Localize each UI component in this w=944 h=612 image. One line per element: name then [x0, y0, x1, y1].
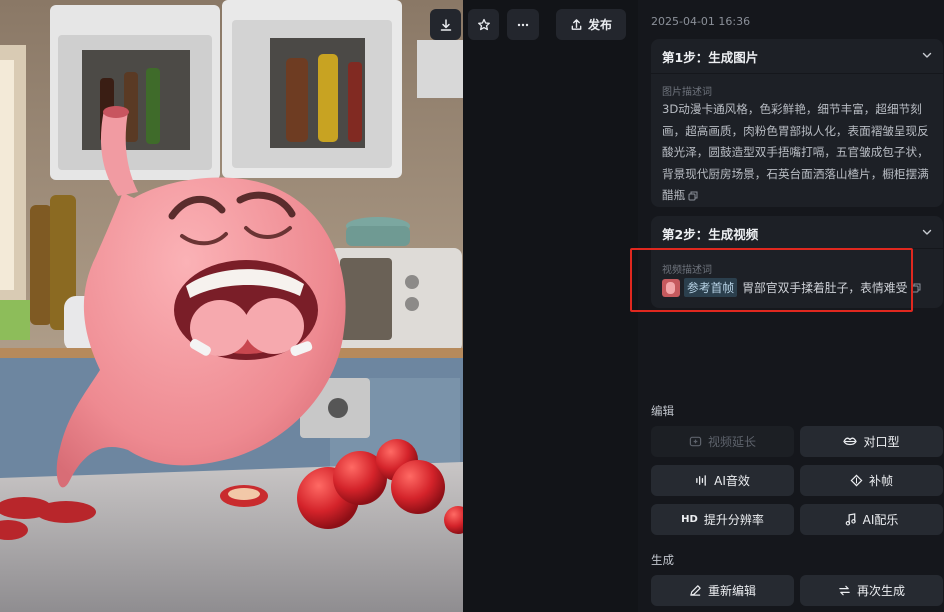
download-icon: [440, 18, 451, 31]
more-horizontal-icon: [517, 23, 529, 26]
image-prompt-label: 图片描述词: [662, 87, 712, 98]
generated-image[interactable]: [0, 0, 463, 612]
upscale-label: 提升分辨率: [703, 513, 764, 527]
image-prompt: 3D动漫卡通风格，色彩鲜艳，细节丰富，超细节刻画，超高画质，肉粉色胃部拟人化，表…: [662, 102, 929, 203]
chevron-down-icon[interactable]: [921, 49, 933, 61]
copy-icon[interactable]: [911, 283, 921, 293]
divider: [651, 248, 943, 249]
chevron-down-icon[interactable]: [921, 226, 933, 238]
divider: [651, 73, 943, 74]
lip-sync-button[interactable]: 对口型: [800, 426, 943, 457]
reference-first-frame-tag[interactable]: 参考首帧: [684, 278, 738, 297]
copy-icon[interactable]: [688, 191, 698, 201]
ai-sound-effect-button[interactable]: AI音效: [651, 465, 794, 496]
hd-icon: HD: [681, 514, 698, 525]
frame-interpolation-label: 补帧: [868, 474, 893, 488]
video-extend-button[interactable]: 视频延长: [651, 426, 794, 457]
star-icon: [477, 18, 490, 30]
video-prompt-label: 视频描述词: [662, 265, 712, 276]
reference-frame-thumbnail[interactable]: [662, 278, 680, 297]
video-extend-label: 视频延长: [707, 435, 756, 449]
download-button[interactable]: [430, 9, 461, 40]
image-prompt-text: 3D动漫卡通风格，色彩鲜艳，细节丰富，超细节刻画，超高画质，肉粉色胃部拟人化，表…: [662, 99, 934, 207]
ai-music-button[interactable]: AI配乐: [800, 504, 943, 535]
more-button[interactable]: [507, 9, 539, 40]
step1-card: 第1步：生成图片 图片描述词 3D动漫卡通风格，色彩鲜艳，细节丰富，超细节刻画，…: [651, 39, 943, 207]
audio-wave-icon: [695, 474, 708, 487]
generate-section-label: 生成: [651, 553, 674, 567]
frame-interpolation-icon: [850, 474, 863, 487]
frame-interpolation-button[interactable]: 补帧: [800, 465, 943, 496]
lips-icon: [843, 435, 858, 448]
step2-title[interactable]: 第2步：生成视频: [662, 224, 758, 243]
step1-title[interactable]: 第1步：生成图片: [662, 47, 758, 66]
music-note-icon: [845, 513, 857, 526]
re-edit-label: 重新编辑: [707, 584, 756, 598]
pencil-icon: [689, 584, 702, 597]
upload-icon: [571, 19, 582, 30]
upscale-button[interactable]: HD 提升分辨率: [651, 504, 794, 535]
video-prompt: 胃部官双手揉着肚子，表情难受: [742, 281, 908, 295]
stomach-character-illustration: [0, 0, 463, 612]
regenerate-button[interactable]: 再次生成: [800, 575, 943, 606]
ai-music-label: AI配乐: [862, 513, 899, 527]
favorite-button[interactable]: [468, 9, 499, 40]
ai-sound-effect-label: AI音效: [714, 474, 750, 488]
timestamp: 2025-04-01 16:36: [651, 15, 751, 28]
lip-sync-label: 对口型: [863, 435, 900, 449]
video-prompt-row: 参考首帧 胃部官双手揉着肚子，表情难受: [662, 278, 921, 297]
preview-gutter: [463, 0, 638, 612]
edit-section-label: 编辑: [651, 404, 674, 418]
regenerate-icon: [838, 584, 851, 597]
re-edit-button[interactable]: 重新编辑: [651, 575, 794, 606]
publish-button[interactable]: 发布: [556, 9, 626, 40]
extend-video-icon: [689, 435, 702, 448]
publish-label: 发布: [587, 18, 612, 32]
regenerate-label: 再次生成: [856, 584, 905, 598]
